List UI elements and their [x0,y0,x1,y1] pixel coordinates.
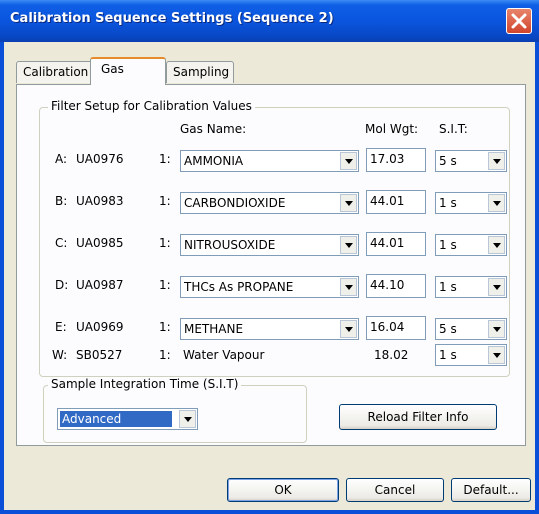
dropdown-button[interactable] [340,236,357,254]
tab-calibration[interactable]: Calibration [16,61,93,83]
row-id: W: [52,348,68,362]
water-mol-wgt: 18.02 [374,348,409,362]
gas-name-value: METHANE [184,322,244,336]
row-code: SB0527 [76,348,123,362]
tab-gas-label: Gas [101,62,124,76]
dropdown-button[interactable] [340,320,357,338]
mol-wgt-field[interactable]: 44.01 [366,232,426,256]
tab-calibration-label: Calibration [23,65,89,79]
row-code: UA0985 [76,236,124,250]
mol-wgt-field[interactable]: 16.04 [366,316,426,340]
gas-name-select[interactable]: NITROUSOXIDE [180,234,359,256]
cancel-button[interactable]: Cancel [346,478,444,502]
sit-value: 5 s [439,322,457,336]
dropdown-button[interactable] [340,194,357,212]
sit-value: 1 s [439,238,457,252]
row-ratio: 1: [159,320,171,334]
gas-name-value: NITROUSOXIDE [184,238,276,252]
gas-name-select[interactable]: AMMONIA [180,150,359,172]
dropdown-button[interactable] [488,194,505,212]
sit-select[interactable]: 1 s [435,276,507,298]
tab-gas[interactable]: Gas [90,57,166,85]
dropdown-button[interactable] [340,152,357,170]
sit-mode-select[interactable]: Advanced [57,408,198,430]
close-button[interactable] [506,8,532,34]
gas-tab-panel: Filter Setup for Calibration Values Gas … [16,84,526,446]
close-icon [511,13,527,29]
row-ratio: 1: [159,236,171,250]
dropdown-button[interactable] [488,152,505,170]
row-code: UA0976 [76,152,124,166]
water-vapour-label: Water Vapour [183,348,265,362]
sit-group-title: Sample Integration Time (S.I.T) [48,377,242,391]
chevron-down-icon [493,243,501,248]
mol-wgt-field[interactable]: 17.03 [366,148,426,172]
sit-select[interactable]: 1 s [435,192,507,214]
chevron-down-icon [184,417,192,422]
chevron-down-icon [345,159,353,164]
filter-setup-title: Filter Setup for Calibration Values [48,99,255,113]
chevron-down-icon [493,159,501,164]
dropdown-button[interactable] [488,346,505,364]
row-id: A: [55,152,68,166]
mol-wgt-header: Mol Wgt: [365,122,419,136]
chevron-down-icon [493,201,501,206]
mol-wgt-field[interactable]: 44.01 [366,190,426,214]
dropdown-button[interactable] [488,278,505,296]
gas-name-value: CARBONDIOXIDE [184,196,286,210]
gas-name-header: Gas Name: [180,122,247,136]
row-ratio: 1: [159,152,171,166]
chevron-down-icon [345,201,353,206]
gas-name-select[interactable]: METHANE [180,318,359,340]
window-title: Calibration Sequence Settings (Sequence … [10,11,334,26]
tab-sampling[interactable]: Sampling [166,61,234,83]
sit-select[interactable]: 5 s [435,318,507,340]
dropdown-button[interactable] [340,278,357,296]
chevron-down-icon [493,353,501,358]
row-code: UA0969 [76,320,124,334]
row-ratio: 1: [159,348,171,362]
row-id: E: [55,320,67,334]
gas-name-value: AMMONIA [184,154,244,168]
sit-value: 1 s [439,280,457,294]
dropdown-button[interactable] [488,320,505,338]
sit-select[interactable]: 1 s [435,344,507,366]
gas-name-select[interactable]: CARBONDIOXIDE [180,192,359,214]
row-ratio: 1: [159,278,171,292]
sit-select[interactable]: 5 s [435,150,507,172]
sit-mode-value: Advanced [60,411,172,427]
chevron-down-icon [345,285,353,290]
row-ratio: 1: [159,194,171,208]
row-id: D: [55,278,69,292]
sit-value: 5 s [439,154,457,168]
chevron-down-icon [493,327,501,332]
mol-wgt-field[interactable]: 44.10 [366,274,426,298]
sit-select[interactable]: 1 s [435,234,507,256]
dialog-window: Calibration Sequence Settings (Sequence … [0,0,539,514]
row-id: B: [55,194,68,208]
dropdown-button[interactable] [179,410,196,428]
sit-header: S.I.T: [439,122,468,136]
sit-value: 1 s [439,196,457,210]
gas-name-select[interactable]: THCs As PROPANE [180,276,359,298]
row-code: UA0983 [76,194,124,208]
default-button[interactable]: Default... [451,478,531,502]
row-id: C: [55,236,68,250]
chevron-down-icon [345,327,353,332]
sit-value: 1 s [439,348,457,362]
chevron-down-icon [493,285,501,290]
title-bar[interactable]: Calibration Sequence Settings (Sequence … [0,0,539,42]
gas-name-value: THCs As PROPANE [184,280,294,294]
tab-sampling-label: Sampling [173,65,230,79]
dropdown-button[interactable] [488,236,505,254]
reload-filter-info-button[interactable]: Reload Filter Info [339,404,497,430]
chevron-down-icon [345,243,353,248]
row-code: UA0987 [76,278,124,292]
ok-button[interactable]: OK [227,478,339,502]
